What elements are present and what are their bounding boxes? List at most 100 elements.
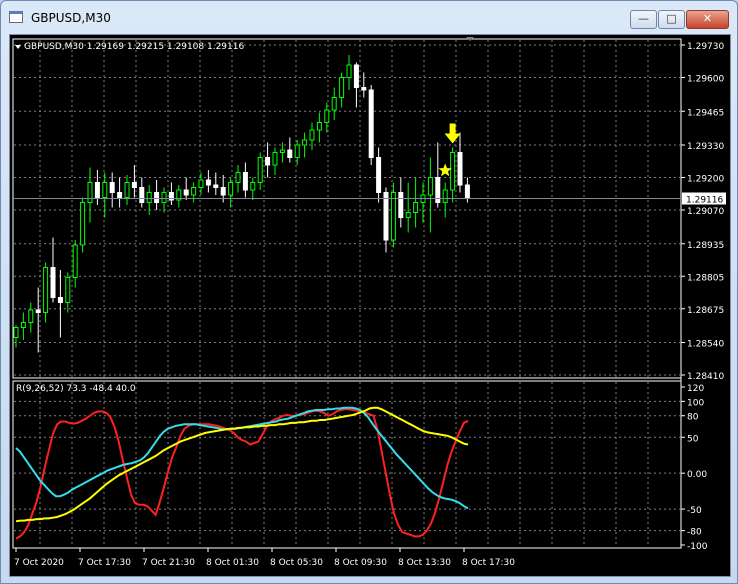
indicator-pane-border <box>12 380 682 549</box>
price-tick-label: 1.28410 <box>687 372 724 382</box>
indicator-tick-label: 50 <box>687 434 699 444</box>
time-tick-label: 8 Oct 17:30 <box>462 558 515 568</box>
candle-bull <box>324 109 330 123</box>
candle-bull <box>450 152 456 191</box>
candle-bull <box>413 202 419 213</box>
candle-bull <box>302 139 308 146</box>
candle-bear <box>109 182 115 193</box>
candle-bear <box>398 192 404 218</box>
candles <box>13 55 680 353</box>
candle-bull <box>28 309 34 323</box>
candle-bull <box>316 122 322 131</box>
price-axis: 1.29730 1.29600 1.29465 1.29330 1.29200 1.290… <box>681 42 726 382</box>
chart-area[interactable]: 1.29730 1.29600 1.29465 1.29330 1.29200 1.290… <box>9 34 731 577</box>
star-icon <box>438 163 452 177</box>
candle-bull <box>339 77 345 98</box>
time-axis: 7 Oct 2020 7 Oct 17:30 7 Oct 21:30 8 Oct 01… <box>14 548 515 568</box>
current-price-label: 1.29116 <box>686 196 723 206</box>
candle-bull <box>390 192 396 241</box>
candle-bull <box>191 187 197 196</box>
chart-window: GBPUSD,M30 — □ ✕ 1.29730 1.29600 1.29465 1.… <box>0 0 738 584</box>
candle-bear <box>35 309 41 313</box>
candle-bull <box>65 277 71 303</box>
candle-bull <box>80 202 86 246</box>
candle-bull <box>228 182 234 196</box>
candle-bear <box>361 87 367 91</box>
maximize-button[interactable]: □ <box>658 10 685 29</box>
indicator-tick-label: 0.00 <box>687 470 707 480</box>
candle-bull <box>161 192 167 203</box>
candle-bull <box>257 157 263 183</box>
price-tick-label: 1.29730 <box>687 42 724 52</box>
down-arrow-icon <box>444 123 461 144</box>
candle-bear <box>94 182 100 198</box>
candle-bull <box>43 267 49 313</box>
candle-bear <box>117 192 123 198</box>
candle-bear <box>139 187 145 203</box>
time-tick-label: 8 Oct 13:30 <box>398 558 451 568</box>
chart-canvas[interactable]: 1.29730 1.29600 1.29465 1.29330 1.29200 1.290… <box>10 35 730 576</box>
window-title: GBPUSD,M30 <box>31 11 111 25</box>
price-tick-label: 1.29600 <box>687 75 724 85</box>
price-tick-label: 1.28935 <box>687 241 724 251</box>
candle-bull <box>102 182 108 198</box>
title-bar[interactable]: GBPUSD,M30 — □ ✕ <box>1 1 737 35</box>
candle-bear <box>213 184 219 188</box>
candle-bull <box>13 327 19 338</box>
candle-bear <box>383 192 389 241</box>
minimize-button[interactable]: — <box>630 10 657 29</box>
candle-bull <box>309 129 315 141</box>
price-tick-label: 1.28805 <box>687 273 724 283</box>
candle-bull <box>294 144 300 158</box>
time-tick-label: 7 Oct 21:30 <box>142 558 195 568</box>
candle-bear <box>265 157 271 166</box>
candle-bear <box>242 172 248 191</box>
candle-bull <box>72 244 78 278</box>
chart-window-icon <box>9 11 23 23</box>
indicator-tick-label: -100 <box>687 542 708 552</box>
indicator-tick-label: 80 <box>687 413 699 423</box>
indicator-tick-label: 100 <box>687 398 704 408</box>
price-info-label: GBPUSD,M30 1.29169 1.29215 1.29108 1.291… <box>24 42 244 52</box>
candle-bear <box>220 187 226 196</box>
candle-bull <box>346 64 352 78</box>
indicator-tick-label: -50 <box>687 506 702 516</box>
candle-bear <box>183 189 189 196</box>
axes <box>12 38 682 549</box>
candle-bear <box>287 149 293 158</box>
candle-bear <box>50 267 56 298</box>
price-pane-border <box>12 38 682 379</box>
candle-bull <box>87 182 93 203</box>
time-tick-label: 8 Oct 05:30 <box>270 558 323 568</box>
price-tick-label: 1.28675 <box>687 306 724 316</box>
candle-bear <box>57 297 63 303</box>
price-tick-label: 1.29330 <box>687 142 724 152</box>
candle-bull <box>250 182 256 191</box>
time-tick-label: 7 Oct 2020 <box>14 558 64 568</box>
price-tick-label: 1.29465 <box>687 108 724 118</box>
symbol-menu-triangle-icon[interactable] <box>15 45 21 49</box>
price-tick-label: 1.29200 <box>687 175 724 185</box>
candle-bear <box>368 89 374 158</box>
close-button[interactable]: ✕ <box>686 10 729 29</box>
candle-bull <box>442 189 448 203</box>
candle-bull <box>427 177 433 196</box>
candle-bear <box>154 192 160 203</box>
candle-bear <box>353 64 359 88</box>
candle-bull <box>20 322 26 328</box>
indicator-tick-label: -80 <box>687 528 702 538</box>
candle-bull <box>272 152 278 166</box>
signal-markers <box>438 123 461 177</box>
indicator-grid <box>14 382 680 547</box>
indicator-info-label: R(9,26,52) 73.3 -48.4 40.0 <box>16 384 136 394</box>
time-tick-label: 8 Oct 01:30 <box>206 558 259 568</box>
candle-bull <box>146 192 152 203</box>
time-tick-label: 7 Oct 17:30 <box>78 558 131 568</box>
candle-bull <box>198 179 204 188</box>
candle-bear <box>457 152 463 186</box>
candle-bull <box>235 172 241 183</box>
candle-bear <box>131 182 137 188</box>
candle-bear <box>376 157 382 193</box>
time-tick-label: 8 Oct 09:30 <box>334 558 387 568</box>
indicator-series-line-2 <box>15 406 469 510</box>
